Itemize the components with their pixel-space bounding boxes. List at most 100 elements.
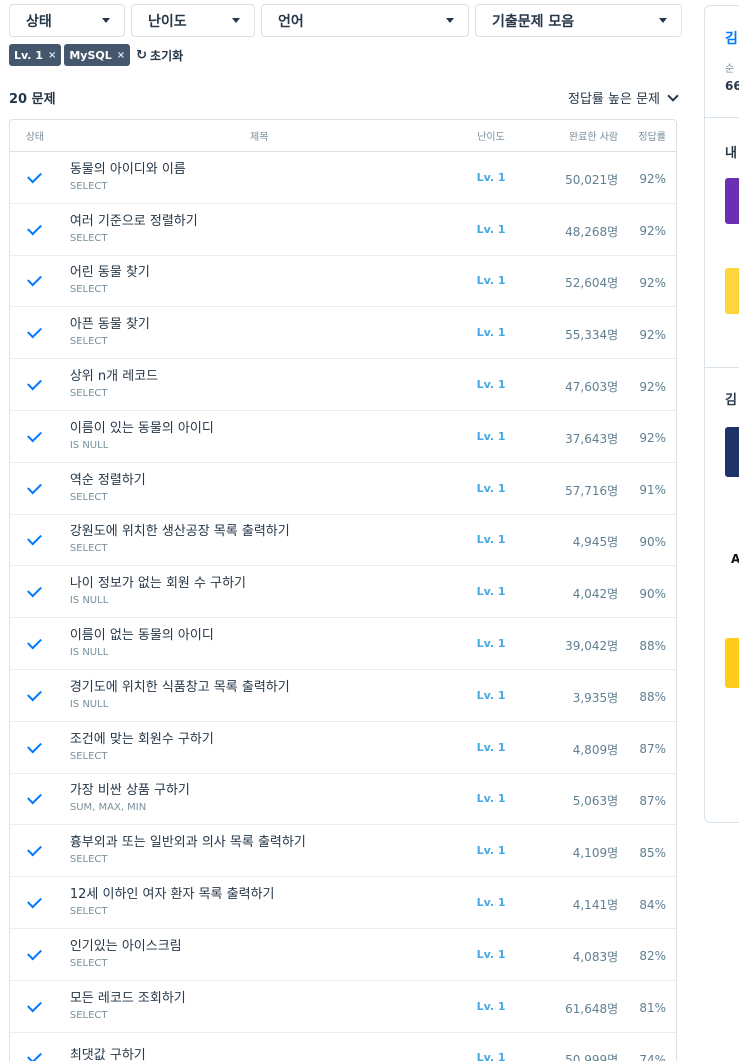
filter-difficulty-label: 난이도 [148, 13, 187, 30]
reset-button[interactable]: ↻ 초기화 [136, 47, 183, 64]
rate-cell: 91% [639, 483, 666, 498]
course-thumbnail[interactable] [725, 638, 739, 688]
table-row[interactable]: 상위 n개 레코드 SELECT Lv. 1 47,603명 92% [10, 359, 676, 411]
problem-category: SUM, MAX, MIN [69, 802, 147, 814]
level-cell: Lv. 1 [476, 222, 506, 236]
table-row[interactable]: 나이 정보가 없는 회원 수 구하기 IS NULL Lv. 1 4,042명 90% [10, 566, 676, 619]
close-icon[interactable]: × [117, 50, 125, 61]
completed-cell: 57,716명 [565, 483, 619, 498]
title-cell: 나이 정보가 없는 회원 수 구하기 IS NULL [60, 576, 459, 607]
chip-level-label: Lv. 1 [14, 48, 43, 62]
status-cell [10, 790, 60, 805]
completed-cell: 50,021명 [565, 172, 619, 187]
problem-title-link[interactable]: 역순 정렬하기 [70, 473, 459, 489]
title-cell: 가장 비싼 상품 구하기 SUM, MAX, MIN [60, 783, 459, 814]
problem-title-link[interactable]: 어린 동물 찾기 [70, 265, 459, 281]
completed-cell: 37,643명 [565, 431, 619, 446]
completed-cell: 48,268명 [565, 224, 619, 239]
problem-title-link[interactable]: 인기있는 아이스크림 [70, 939, 459, 955]
table-row[interactable]: 흉부외과 또는 일반외과 의사 목록 출력하기 SELECT Lv. 1 4,109명… [10, 825, 676, 878]
problem-title-link[interactable]: 12세 이하인 여자 환자 목록 출력하기 [70, 887, 459, 903]
problem-title-link[interactable]: 상위 n개 레코드 [70, 369, 459, 385]
table-row[interactable]: 모든 레코드 조회하기 SELECT Lv. 1 61,648명 81% [10, 981, 676, 1033]
status-cell [10, 841, 60, 857]
table-row[interactable]: 동물의 아이디와 이름 SELECT Lv. 1 50,021명 92% [10, 152, 676, 204]
user-name[interactable]: 김 [725, 28, 738, 48]
problem-title-link[interactable]: 동물의 아이디와 이름 [70, 162, 459, 178]
table-row[interactable]: 인기있는 아이스크림 SELECT Lv. 1 4,083명 82% [10, 929, 676, 981]
sort-dropdown[interactable]: 정답률 높은 문제 [568, 88, 679, 107]
check-icon [27, 272, 43, 287]
title-cell: 인기있는 아이스크림 SELECT [60, 939, 459, 970]
table-row[interactable]: 여러 기준으로 정렬하기 SELECT Lv. 1 48,268명 92% [10, 204, 676, 256]
level-cell: Lv. 1 [476, 896, 506, 910]
problem-title-link[interactable]: 여러 기준으로 정렬하기 [70, 214, 459, 230]
level-cell: Lv. 1 [476, 533, 506, 547]
chip-level[interactable]: Lv. 1 × [9, 44, 62, 66]
course-thumbnail[interactable] [725, 268, 739, 314]
filter-difficulty[interactable]: 난이도 [131, 4, 255, 37]
header-rate: 정답률 [638, 132, 666, 143]
rate-cell: 85% [639, 845, 666, 860]
filter-status[interactable]: 상태 [9, 4, 125, 37]
rate-cell: 92% [639, 224, 666, 239]
rate-cell: 92% [639, 172, 666, 187]
problem-category: IS NULL [69, 698, 109, 710]
check-icon [27, 375, 43, 391]
problem-table: 상태 제목 난이도 완료한 사람 정답률 동물의 아이디와 이름 SELECT Lv… [9, 119, 677, 1061]
title-cell: 어린 동물 찾기 SELECT [60, 265, 459, 296]
problem-title-link[interactable]: 이름이 없는 동물의 아이디 [70, 628, 459, 644]
table-row[interactable]: 최댓값 구하기 Lv. 1 50,999명 74% [10, 1033, 676, 1061]
problem-title-link[interactable]: 강원도에 위치한 생산공장 목록 출력하기 [70, 524, 459, 540]
active-filters: Lv. 1 × MySQL × ↻ 초기화 [9, 44, 183, 66]
problem-title-link[interactable]: 아픈 동물 찾기 [70, 317, 459, 333]
table-row[interactable]: 어린 동물 찾기 SELECT Lv. 1 52,604명 92% [10, 256, 676, 308]
status-cell [10, 997, 60, 1013]
brand-label: A [731, 552, 739, 566]
check-icon [27, 945, 43, 961]
title-cell: 강원도에 위치한 생산공장 목록 출력하기 SELECT [60, 524, 459, 555]
check-icon [27, 323, 43, 339]
table-row[interactable]: 경기도에 위치한 식품창고 목록 출력하기 IS NULL Lv. 1 3,935명 8… [10, 670, 676, 722]
problem-title-link[interactable]: 이름이 있는 동물의 아이디 [70, 421, 459, 437]
problem-category: SELECT [69, 388, 108, 400]
rate-cell: 92% [639, 379, 666, 394]
table-row[interactable]: 이름이 없는 동물의 아이디 IS NULL Lv. 1 39,042명 88% [10, 618, 676, 670]
side-panel: 김 순 66 내 김 A [704, 5, 739, 823]
table-row[interactable]: 조건에 맞는 회원수 구하기 SELECT Lv. 1 4,809명 87% [10, 722, 676, 774]
table-row[interactable]: 아픈 동물 찾기 SELECT Lv. 1 55,334명 92% [10, 307, 676, 360]
filter-exam-collection[interactable]: 기출문제 모음 [475, 4, 682, 37]
table-row[interactable]: 강원도에 위치한 생산공장 목록 출력하기 SELECT Lv. 1 4,945명 90… [10, 515, 676, 567]
problem-category: SELECT [69, 854, 108, 866]
table-row[interactable]: 역순 정렬하기 SELECT Lv. 1 57,716명 91% [10, 463, 676, 515]
problem-title-link[interactable]: 나이 정보가 없는 회원 수 구하기 [70, 576, 459, 592]
table-row[interactable]: 이름이 있는 동물의 아이디 IS NULL Lv. 1 37,643명 92% [10, 411, 676, 463]
completed-cell: 52,604명 [565, 276, 619, 291]
title-cell: 흉부외과 또는 일반외과 의사 목록 출력하기 SELECT [60, 835, 459, 866]
problem-title-link[interactable]: 흉부외과 또는 일반외과 의사 목록 출력하기 [70, 835, 459, 851]
filter-exam-label: 기출문제 모음 [492, 13, 575, 30]
recommend-section-title: 김 [725, 393, 737, 408]
table-row[interactable]: 12세 이하인 여자 환자 목록 출력하기 SELECT Lv. 1 4,141명 84… [10, 877, 676, 929]
problem-title-link[interactable]: 최댓값 구하기 [70, 1048, 459, 1061]
check-icon [27, 1049, 43, 1061]
check-icon [27, 790, 43, 805]
table-row[interactable]: 가장 비싼 상품 구하기 SUM, MAX, MIN Lv. 1 5,063명 87% [10, 774, 676, 826]
course-thumbnail[interactable] [725, 427, 739, 477]
problem-title-link[interactable]: 조건에 맞는 회원수 구하기 [70, 732, 459, 748]
problem-title-link[interactable]: 모든 레코드 조회하기 [70, 991, 459, 1007]
status-cell [10, 582, 60, 598]
close-icon[interactable]: × [48, 50, 56, 61]
problem-title-link[interactable]: 가장 비싼 상품 구하기 [70, 783, 459, 799]
filter-language[interactable]: 언어 [261, 4, 469, 37]
status-cell [10, 220, 60, 236]
filter-bar: 상태 난이도 언어 기출문제 모음 [9, 4, 682, 37]
rate-cell: 88% [639, 690, 666, 705]
title-cell: 최댓값 구하기 [60, 1048, 459, 1061]
check-icon [27, 220, 43, 236]
caret-down-icon [659, 18, 667, 23]
chip-language-label: MySQL [69, 48, 112, 62]
course-thumbnail[interactable] [725, 178, 739, 224]
problem-title-link[interactable]: 경기도에 위치한 식품창고 목록 출력하기 [70, 680, 459, 696]
chip-language[interactable]: MySQL × [64, 44, 131, 66]
